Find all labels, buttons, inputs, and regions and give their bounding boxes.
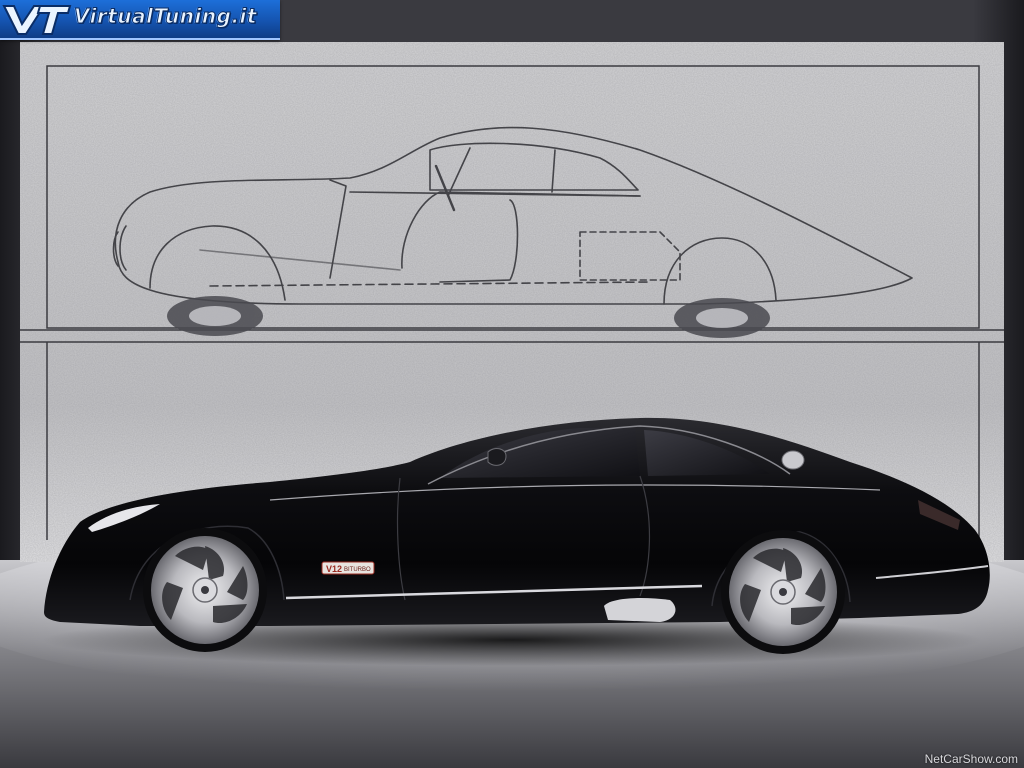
rear-wheel	[721, 530, 845, 654]
front-wheel	[143, 528, 267, 652]
v12-badge: V12 BITURBO	[321, 561, 375, 575]
svg-text:V12: V12	[326, 564, 342, 574]
svg-text:BITURBO: BITURBO	[344, 567, 371, 573]
car-photo: V12 BITURBO	[0, 0, 1024, 768]
logo-text: VirtualTuning.it	[74, 4, 257, 29]
photo-scene: V12 BITURBO VirtualTuning.it NetCarShow.…	[0, 0, 1024, 768]
virtualtuning-logo: VirtualTuning.it	[0, 0, 280, 40]
vt-logo-mark-icon	[2, 5, 72, 35]
netcarshow-watermark: NetCarShow.com	[924, 752, 1018, 766]
